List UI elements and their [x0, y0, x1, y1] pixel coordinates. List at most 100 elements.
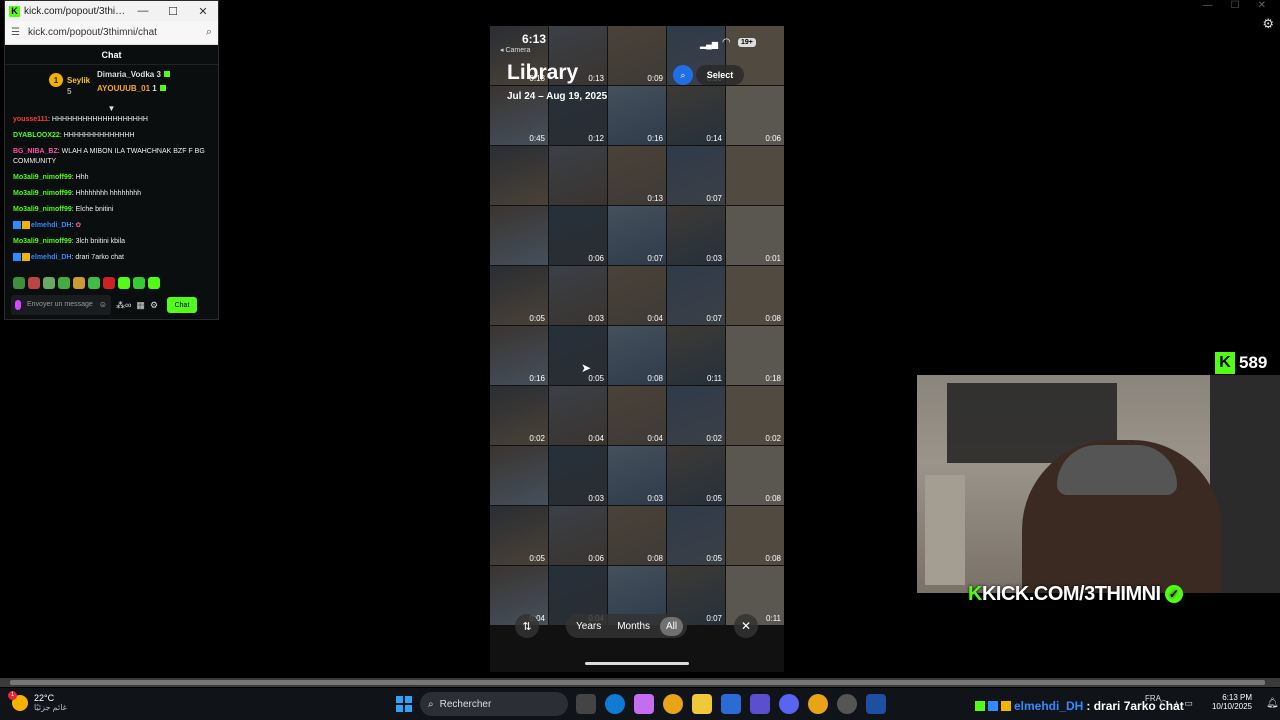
minimize-button[interactable]: — [128, 5, 158, 17]
photo-thumbnail[interactable]: 0:04 [608, 386, 666, 445]
photo-thumbnail[interactable]: 0:03 [608, 446, 666, 505]
home-indicator[interactable] [585, 662, 689, 665]
photo-thumbnail[interactable]: 0:08 [726, 506, 784, 565]
file-explorer-icon[interactable] [692, 694, 712, 714]
sort-button[interactable]: ⇅ [515, 614, 539, 638]
search-button[interactable]: ⌕ [673, 65, 693, 85]
search-icon[interactable]: ⌕ [206, 26, 212, 39]
gear-icon[interactable]: ⚙ [1262, 16, 1274, 32]
close-button[interactable]: ✕ [734, 614, 758, 638]
store-icon[interactable] [721, 694, 741, 714]
photo-thumbnail[interactable]: 0:04 [608, 266, 666, 325]
photo-thumbnail[interactable]: 0:14 [667, 86, 725, 145]
photo-thumbnail[interactable] [490, 146, 548, 205]
photo-thumbnail[interactable]: 0:07 [667, 146, 725, 205]
chat-username[interactable]: Mo3ali9_nimoff99 [13, 174, 72, 181]
photo-thumbnail[interactable]: 0:18 [726, 326, 784, 385]
volume-icon[interactable]: ♪ [1174, 698, 1179, 709]
photo-thumbnail[interactable]: 0:05 [490, 266, 548, 325]
weather-widget[interactable]: 22°C غائم جزئيًا [8, 690, 67, 712]
chrome-active-icon[interactable] [808, 694, 828, 714]
emote-icon[interactable] [73, 277, 85, 289]
photo-thumbnail[interactable]: 0:02 [490, 386, 548, 445]
photo-thumbnail[interactable]: 0:07 [667, 266, 725, 325]
emote-icon[interactable] [133, 277, 145, 289]
notification-bell-icon[interactable]: 🔔︎ [1266, 698, 1279, 709]
photo-thumbnail[interactable]: 0:13 [608, 146, 666, 205]
photo-thumbnail[interactable]: 0:08 [726, 266, 784, 325]
photo-thumbnail[interactable]: 0:16 [490, 326, 548, 385]
chat-username[interactable]: yousse111 [13, 116, 48, 123]
horizontal-scrollbar[interactable] [0, 678, 1280, 687]
maximize-icon[interactable]: ☐ [1231, 0, 1240, 14]
input-language[interactable]: FRA [1145, 694, 1161, 703]
chat-username[interactable]: BG_NIBA_BZ [13, 148, 58, 155]
photo-thumbnail[interactable]: 0:05 [490, 506, 548, 565]
microphone-icon[interactable] [15, 300, 21, 310]
photo-thumbnail[interactable] [490, 446, 548, 505]
gifter-third[interactable]: AYOUUUB_01 1 [97, 84, 166, 93]
photo-thumbnail[interactable]: 0:07 [608, 206, 666, 265]
maximize-button[interactable]: ☐ [158, 5, 188, 18]
taskbar-search[interactable]: ⌕ Rechercher [420, 692, 568, 716]
copilot-icon[interactable] [634, 694, 654, 714]
photo-thumbnail[interactable]: 0:08 [608, 326, 666, 385]
back-to-camera[interactable]: ◂ Camera [500, 46, 530, 54]
chevron-down-icon[interactable]: ▼ [5, 105, 218, 113]
emote-icon[interactable] [13, 277, 25, 289]
chat-username[interactable]: DYABLOOX22 [13, 132, 60, 139]
discord-icon[interactable] [779, 694, 799, 714]
battery-icon[interactable]: ▭ [1184, 698, 1193, 709]
task-view-icon[interactable] [576, 694, 596, 714]
store-icon[interactable]: ▦ [136, 300, 145, 311]
teams-icon[interactable] [750, 694, 770, 714]
settings-icon[interactable]: ⚙ [150, 300, 158, 311]
url-text[interactable]: kick.com/popout/3thimni/chat [28, 27, 206, 38]
photo-thumbnail[interactable]: 0:06 [549, 206, 607, 265]
windows-start-icon[interactable] [396, 696, 412, 712]
photo-thumbnail[interactable]: 0:02 [726, 386, 784, 445]
tab-years[interactable]: Years [570, 617, 607, 636]
minimize-icon[interactable]: — [1203, 0, 1213, 14]
chrome-icon[interactable] [663, 694, 683, 714]
photo-thumbnail[interactable] [726, 146, 784, 205]
photo-thumbnail[interactable]: 0:04 [549, 386, 607, 445]
emote-icon[interactable] [58, 277, 70, 289]
chat-username[interactable]: elmehdi_DH [31, 222, 71, 229]
close-icon[interactable]: ✕ [1258, 0, 1266, 14]
emote-icon[interactable] [88, 277, 100, 289]
scrollbar-thumb[interactable] [10, 680, 1265, 685]
photo-thumbnail[interactable] [490, 206, 548, 265]
photo-thumbnail[interactable]: 0:03 [667, 206, 725, 265]
app-icon[interactable] [837, 694, 857, 714]
photo-thumbnail[interactable]: 0:05 [667, 506, 725, 565]
photo-thumbnail[interactable]: 0:05 [667, 446, 725, 505]
photo-thumbnail[interactable]: 0:16 [608, 86, 666, 145]
photo-thumbnail[interactable]: 0:05 [549, 326, 607, 385]
photo-thumbnail[interactable]: 0:11 [667, 326, 725, 385]
photo-thumbnail[interactable]: 0:02 [667, 386, 725, 445]
emote-icon[interactable] [103, 277, 115, 289]
remote-desktop-icon[interactable] [866, 694, 886, 714]
photo-thumbnail[interactable]: 0:08 [726, 446, 784, 505]
emote-icon[interactable] [28, 277, 40, 289]
address-bar[interactable]: ☰ kick.com/popout/3thimni/chat ⌕ [5, 21, 218, 45]
site-settings-icon[interactable]: ☰ [11, 27, 20, 38]
close-button[interactable]: ✕ [188, 5, 218, 18]
photo-thumbnail[interactable]: 0:06 [726, 86, 784, 145]
emote-picker-icon[interactable]: ⁂∞ [116, 300, 131, 311]
emote-icon[interactable] [43, 277, 55, 289]
tab-months[interactable]: Months [611, 617, 656, 636]
emote-icon[interactable] [148, 277, 160, 289]
chat-username[interactable]: Mo3ali9_nimoff99 [13, 206, 72, 213]
photo-thumbnail[interactable]: 0:03 [549, 266, 607, 325]
photo-thumbnail[interactable]: 0:08 [608, 506, 666, 565]
chat-input[interactable]: Envoyer un message ☺ [11, 295, 111, 315]
gifter-second[interactable]: Dimaria_Vodka 3 [97, 70, 170, 79]
emote-icon[interactable] [118, 277, 130, 289]
wifi-icon[interactable]: ◠ [1160, 698, 1168, 709]
chat-username[interactable]: Mo3ali9_nimoff99 [13, 238, 72, 245]
photo-thumbnail[interactable] [549, 146, 607, 205]
send-chat-button[interactable]: Chat [167, 297, 198, 313]
chat-username[interactable]: Mo3ali9_nimoff99 [13, 190, 72, 197]
